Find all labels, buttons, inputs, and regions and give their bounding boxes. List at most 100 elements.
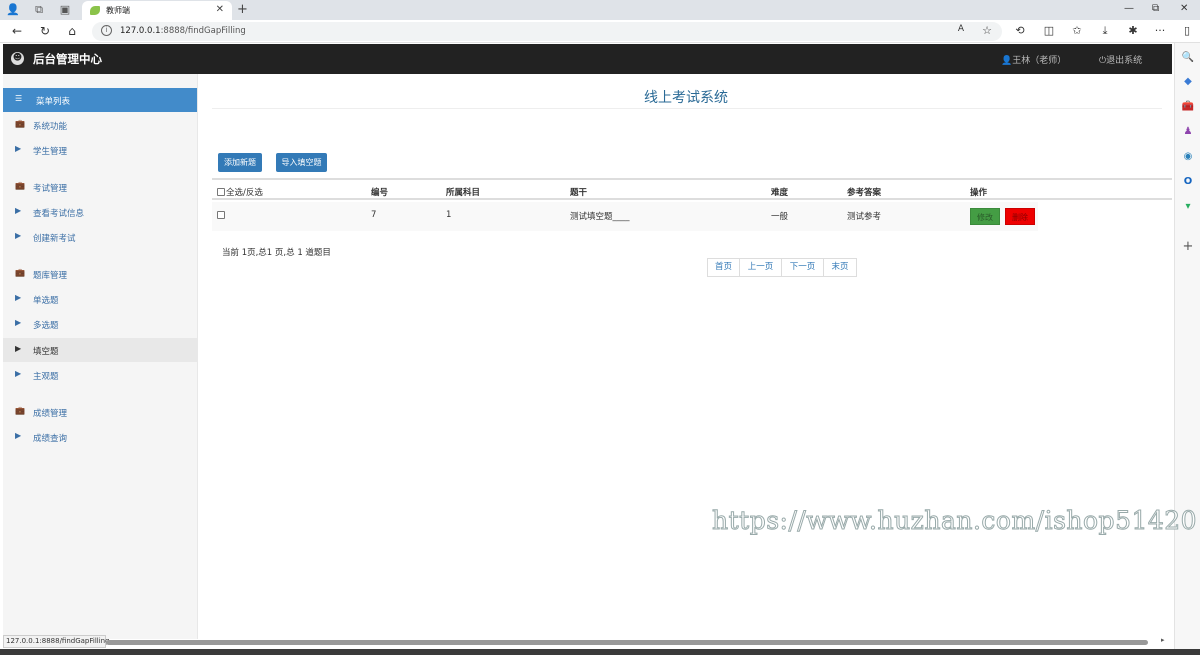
browser-tab[interactable]: 教师端 ✕ <box>82 1 232 20</box>
drop-icon[interactable]: ▾ <box>1181 201 1195 213</box>
sidebar-item-label: 多选题 <box>33 321 59 331</box>
info-icon[interactable]: i <box>101 25 112 36</box>
restore-icon[interactable]: ⧉ <box>1152 3 1159 14</box>
refresh-icon[interactable]: ↻ <box>38 24 52 38</box>
play-icon: ▶ <box>15 206 22 215</box>
tab-actions-icon[interactable]: ▣ <box>58 3 72 17</box>
prev-page-link[interactable]: 上一页 <box>739 258 782 277</box>
brand-title[interactable]: 后台管理中心 <box>33 51 102 67</box>
sidebar-item-label: 创建新考试 <box>33 234 76 244</box>
row-id: 7 <box>371 210 377 220</box>
play-icon: ▶ <box>15 369 22 378</box>
new-tab-icon[interactable]: + <box>237 2 248 17</box>
horizontal-scrollbar[interactable] <box>106 640 1148 645</box>
col-id-header: 编号 <box>371 188 389 198</box>
sidebar-item-gap-filling[interactable]: ▶ 填空题 <box>3 338 197 362</box>
sidebar-item-multi-choice[interactable]: ▶ 多选题 <box>3 312 197 336</box>
sidebar-item-label: 菜单列表 <box>36 97 71 107</box>
table-header: 全选/反选 编号 所属科目 题干 难度 参考答案 操作 <box>212 178 1172 200</box>
delete-button[interactable]: 删除 <box>1005 208 1035 225</box>
sidebar-toggle-icon[interactable]: ▯ <box>1180 24 1194 37</box>
extension-refresh-icon[interactable]: ⟲ <box>1013 24 1027 37</box>
col-actions-header: 操作 <box>970 188 988 198</box>
next-page-link[interactable]: 下一页 <box>781 258 824 277</box>
games-icon[interactable]: ♟ <box>1181 126 1195 138</box>
sidebar-menu-title[interactable]: ☰ 菜单列表 <box>3 88 197 112</box>
add-sidebar-app-icon[interactable]: + <box>1181 240 1195 253</box>
sidebar-item-students[interactable]: ▶ 学生管理 <box>3 138 197 162</box>
main-content: 线上考试系统 添加新题 导入填空题 全选/反选 编号 所属科目 题干 难度 参考… <box>198 74 1174 639</box>
table-row: 7 1 测试填空题____ 一般 测试参考 修改 删除 <box>212 202 1038 231</box>
sidebar-item-question-bank[interactable]: 💼 题库管理 <box>3 262 197 286</box>
profile-icon[interactable]: 👤 <box>6 3 20 17</box>
briefcase-icon: 💼 <box>15 181 25 190</box>
edit-button[interactable]: 修改 <box>970 208 1000 225</box>
status-bar-url: 127.0.0.1:8888/findGapFilling <box>3 635 110 648</box>
play-icon: ▶ <box>15 344 22 353</box>
read-aloud-icon[interactable]: A <box>954 24 968 34</box>
sidebar-item-label: 查看考试信息 <box>33 209 85 219</box>
back-icon[interactable]: ← <box>10 24 24 38</box>
sidebar-item-score-manage[interactable]: 💼 成绩管理 <box>3 400 197 424</box>
sidebar-item-label: 学生管理 <box>33 147 68 157</box>
search-icon[interactable]: 🔍 <box>1181 52 1195 64</box>
sidebar-item-subjective[interactable]: ▶ 主观题 <box>3 363 197 387</box>
last-page-link[interactable]: 末页 <box>823 258 857 277</box>
sidebar-item-label: 成绩查询 <box>33 434 68 444</box>
sidebar-item-single-choice[interactable]: ▶ 单选题 <box>3 287 197 311</box>
extensions-icon[interactable]: ✱ <box>1126 24 1140 37</box>
add-question-button[interactable]: 添加新题 <box>218 153 262 172</box>
favorite-star-icon[interactable]: ☆ <box>980 24 994 37</box>
copilot-icon[interactable]: ◉ <box>1181 151 1195 163</box>
download-icon[interactable]: ⤓ <box>1098 24 1112 38</box>
page-title: 线上考试系统 <box>644 90 728 106</box>
home-icon[interactable]: ⌂ <box>65 24 79 38</box>
play-icon: ▶ <box>15 293 22 302</box>
title-divider <box>212 108 1162 109</box>
split-screen-icon[interactable]: ◫ <box>1042 24 1056 37</box>
first-page-link[interactable]: 首页 <box>707 258 740 277</box>
tools-icon[interactable]: 🧰 <box>1181 101 1195 113</box>
tab-title: 教师端 <box>106 6 130 15</box>
sidebar-item-score-query[interactable]: ▶ 成绩查询 <box>3 425 197 449</box>
user-icon: 👤 <box>1001 56 1013 66</box>
select-all-checkbox[interactable] <box>217 188 225 196</box>
scroll-right-icon[interactable]: ▸ <box>1161 636 1165 644</box>
import-questions-button[interactable]: 导入填空题 <box>276 153 327 172</box>
watermark-text: https://www.huzhan.com/ishop51420 <box>711 506 1198 536</box>
app-header: ☻ 后台管理中心 👤王林（老师） ⏻退出系统 <box>3 44 1172 74</box>
url-field[interactable]: i 127.0.0.1:8888/findGapFilling <box>92 22 1002 41</box>
sidebar-item-exam-manage[interactable]: 💼 考试管理 <box>3 175 197 199</box>
col-subject-header: 所属科目 <box>446 188 481 198</box>
logout-link[interactable]: ⏻退出系统 <box>1099 53 1142 66</box>
sidebar-item-label: 题库管理 <box>33 271 68 281</box>
workspaces-icon[interactable]: ⧉ <box>32 3 46 17</box>
more-icon[interactable]: ··· <box>1153 24 1167 37</box>
sidebar-item-create-exam[interactable]: ▶ 创建新考试 <box>3 225 197 249</box>
favorites-icon[interactable]: ✩ <box>1070 24 1084 37</box>
shopping-icon[interactable]: ◆ <box>1181 76 1195 88</box>
play-icon: ▶ <box>15 231 22 240</box>
close-tab-icon[interactable]: ✕ <box>216 4 224 15</box>
sidebar-menu: ☰ 菜单列表 💼 系统功能 ▶ 学生管理 💼 考试管理 ▶ 查看考试信息 ▶ 创… <box>3 74 198 639</box>
pagination-summary: 当前 1页,总1 页,总 1 道题目 <box>222 248 331 258</box>
url-text: 127.0.0.1:8888/findGapFilling <box>120 26 246 36</box>
window-close-icon[interactable]: ✕ <box>1180 3 1188 14</box>
sidebar-item-label: 成绩管理 <box>33 409 68 419</box>
browser-tab-bar: 👤 ⧉ ▣ 教师端 ✕ + — ⧉ ✕ <box>0 0 1200 20</box>
outlook-icon[interactable]: O <box>1181 176 1195 188</box>
play-icon: ▶ <box>15 318 22 327</box>
sidebar-item-label: 系统功能 <box>33 122 68 132</box>
minimize-icon[interactable]: — <box>1124 3 1134 14</box>
col-answer-header: 参考答案 <box>847 188 882 198</box>
sidebar-item-system[interactable]: 💼 系统功能 <box>3 113 197 137</box>
sidebar-item-view-exams[interactable]: ▶ 查看考试信息 <box>3 200 197 224</box>
row-stem: 测试填空题____ <box>570 212 630 222</box>
row-checkbox[interactable] <box>217 211 226 221</box>
play-icon: ▶ <box>15 144 22 153</box>
row-answer: 测试参考 <box>847 212 882 222</box>
current-user[interactable]: 👤王林（老师） <box>1001 53 1066 66</box>
select-all-header[interactable]: 全选/反选 <box>217 186 263 198</box>
leaf-favicon-icon <box>90 6 100 15</box>
briefcase-icon: 💼 <box>15 406 25 415</box>
